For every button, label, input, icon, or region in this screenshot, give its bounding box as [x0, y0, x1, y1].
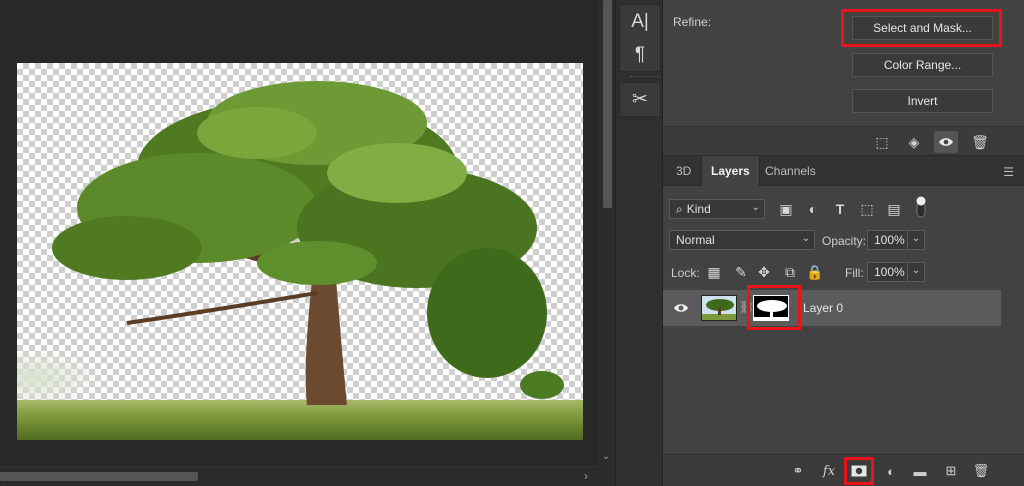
filter-pixel-icon[interactable]: ▣: [775, 199, 797, 219]
chevron-down-icon: ⌄: [911, 265, 920, 276]
layers-tab-bar: 3D Layers Channels ☰: [663, 156, 1024, 186]
layer-visibility-eye-icon[interactable]: [673, 301, 689, 315]
lock-transparent-pixels-icon[interactable]: ▦: [703, 262, 725, 282]
lock-all-icon[interactable]: 🔒: [804, 262, 826, 282]
filter-type-icon[interactable]: T: [829, 199, 851, 219]
layer-filter-row: ⌕ Kind ⌄ ▣ ◐ T ⬚ ▤: [663, 196, 1024, 221]
delete-layer-icon[interactable]: 🗑: [970, 461, 992, 481]
refine-label: Refine:: [673, 15, 712, 29]
opacity-input[interactable]: 100%: [867, 230, 907, 250]
tab-channels[interactable]: Channels: [756, 156, 825, 186]
layers-list: ⛓ Layer 0: [663, 285, 1024, 454]
chevron-down-icon: ⌄: [801, 233, 810, 244]
paragraph-panel-icon[interactable]: ¶: [620, 38, 660, 71]
scroll-corner: [598, 466, 615, 486]
tool-presets-icon[interactable]: ✂: [620, 83, 660, 116]
panel-menu-icon[interactable]: ☰: [1003, 165, 1014, 179]
lock-fill-row: Lock: ▦ ✎ ✥ ⧉ 🔒 Fill: 100% ⌄: [663, 262, 1024, 284]
opacity-label: Opacity:: [822, 234, 867, 248]
adjustment-layer-icon[interactable]: ◐: [880, 461, 902, 481]
properties-panel: Refine: Select and Mask... Color Range..…: [663, 0, 1024, 126]
select-and-mask-highlight: [841, 9, 1002, 47]
mask-thumbnail-highlight: [747, 285, 801, 330]
filter-adjustment-icon[interactable]: ◐: [802, 199, 824, 219]
search-icon: ⌕: [676, 201, 683, 216]
fx-icon[interactable]: fx: [818, 461, 840, 481]
blend-opacity-row: Normal ⌄ Opacity: 100% ⌄: [663, 230, 1024, 252]
fill-dropdown[interactable]: ⌄: [907, 262, 925, 282]
new-layer-icon[interactable]: ⊞: [940, 461, 962, 481]
lock-image-pixels-icon[interactable]: ✎: [730, 262, 752, 282]
opacity-dropdown[interactable]: ⌄: [907, 230, 925, 250]
tools-group-2: ✂: [619, 82, 661, 117]
lock-artboard-icon[interactable]: ⧉: [779, 262, 801, 282]
filter-smart-object-icon[interactable]: ▤: [883, 199, 905, 219]
photoshop-window: ⌄ › A| ¶ ✂ Refine: Select and Mask... Co…: [0, 0, 1024, 486]
filter-kind-value: Kind: [686, 202, 711, 216]
load-selection-icon[interactable]: ⬚: [870, 131, 894, 153]
filter-shape-icon[interactable]: ⬚: [856, 199, 878, 219]
color-range-button[interactable]: Color Range...: [852, 53, 993, 77]
apply-mask-icon[interactable]: ◈: [902, 131, 926, 153]
horizontal-scrollbar[interactable]: ›: [0, 466, 598, 486]
fill-input[interactable]: 100%: [867, 262, 907, 282]
horizontal-scroll-thumb[interactable]: [0, 472, 198, 481]
tree-image: [17, 81, 583, 440]
filter-kind-select[interactable]: ⌕ Kind ⌄: [669, 199, 765, 219]
scroll-right-arrow-icon[interactable]: ›: [584, 469, 588, 483]
lock-label: Lock:: [671, 266, 700, 280]
new-group-folder-icon[interactable]: ▬: [909, 461, 931, 481]
layer-row[interactable]: ⛓ Layer 0: [663, 290, 1001, 326]
layers-footer: ⚭ fx ◐ ▬ ⊞ 🗑: [663, 454, 1024, 486]
blend-mode-value: Normal: [676, 233, 715, 247]
scroll-down-arrow-icon[interactable]: ⌄: [602, 451, 610, 462]
visibility-eye-icon[interactable]: [934, 131, 958, 153]
chevron-down-icon: ⌄: [751, 202, 760, 213]
right-panel: Refine: Select and Mask... Color Range..…: [663, 0, 1024, 486]
link-layers-icon[interactable]: ⚭: [787, 461, 809, 481]
delete-mask-icon[interactable]: 🗑: [968, 131, 992, 153]
canvas-area[interactable]: [0, 0, 598, 466]
character-panel-icon[interactable]: A|: [620, 5, 660, 38]
lock-position-icon[interactable]: ✥: [753, 262, 775, 282]
panel-tool-strip: A| ¶ ✂: [615, 0, 663, 486]
document-image[interactable]: [17, 63, 583, 440]
properties-footer: ⬚ ◈ 🗑: [663, 126, 1024, 156]
invert-button[interactable]: Invert: [852, 89, 993, 113]
vertical-scrollbar[interactable]: ⌄: [598, 0, 615, 466]
layer-name[interactable]: Layer 0: [803, 301, 843, 315]
chevron-down-icon: ⌄: [911, 233, 920, 244]
tab-3d[interactable]: 3D: [667, 156, 700, 186]
layer-thumbnail[interactable]: [701, 295, 737, 321]
filter-toggle-icon[interactable]: [910, 196, 932, 218]
tab-layers[interactable]: Layers: [701, 156, 760, 186]
type-tools-group: A| ¶: [619, 4, 661, 72]
add-mask-highlight: [844, 457, 874, 485]
blend-mode-select[interactable]: Normal ⌄: [669, 230, 815, 250]
fill-label: Fill:: [845, 266, 864, 280]
vertical-scroll-thumb[interactable]: [603, 0, 612, 208]
